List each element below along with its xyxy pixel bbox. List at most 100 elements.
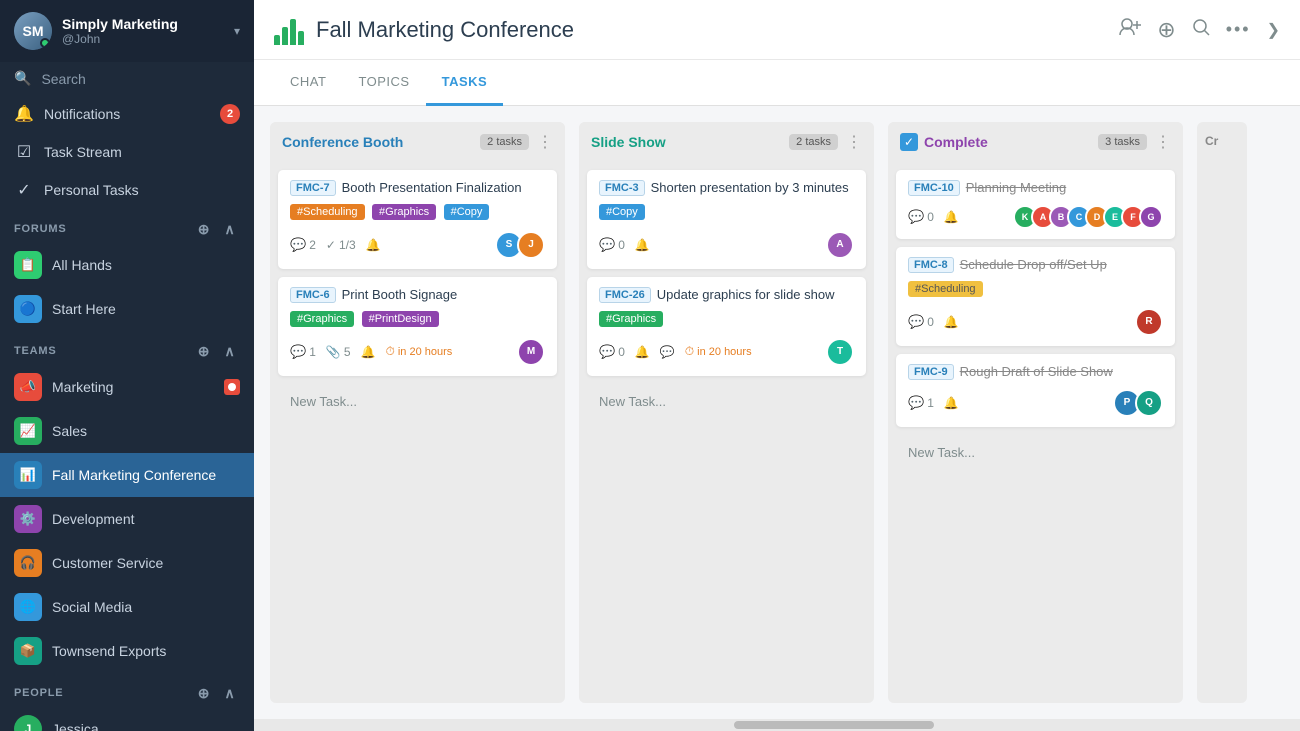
avatar: SM — [14, 12, 52, 50]
new-task-complete[interactable]: New Task... — [896, 435, 1175, 470]
notifications-item[interactable]: 🔔 Notifications 2 — [0, 95, 254, 133]
online-indicator — [40, 38, 50, 48]
collapse-people-button[interactable]: ∧ — [220, 683, 240, 703]
notifications-badge: 2 — [220, 104, 240, 124]
bell-icon5: 🔔 — [944, 210, 959, 224]
sidebar-item-customer-service[interactable]: 🎧 Customer Service — [0, 541, 254, 585]
sidebar-item-marketing[interactable]: 📣 Marketing — [0, 365, 254, 409]
attachment-fmc6: 📎 5 — [326, 345, 351, 359]
task-tags-fmc8: #Scheduling — [908, 279, 1163, 300]
sidebar-item-development[interactable]: ⚙️ Development — [0, 497, 254, 541]
task-id-fmc10: FMC-10 — [908, 180, 960, 196]
task-stream-label: Task Stream — [44, 144, 240, 160]
comment-count-fmc10: 💬 0 — [908, 209, 934, 225]
chat-fmc26: 💬 — [660, 345, 675, 359]
task-title-fmc9: Rough Draft of Slide Show — [960, 364, 1113, 381]
task-title-fmc10: Planning Meeting — [966, 180, 1066, 197]
comment-count-fmc9: 💬 1 — [908, 395, 934, 411]
col-menu-complete[interactable]: ⋮ — [1155, 132, 1171, 152]
personal-tasks-item[interactable]: ✓ Personal Tasks — [0, 171, 254, 209]
tag-copy[interactable]: #Copy — [444, 204, 490, 220]
comment-icon6: 💬 — [908, 314, 924, 330]
sidebar-item-fall-marketing[interactable]: 📊 Fall Marketing Conference — [0, 453, 254, 497]
task-card-fmc3: FMC-3 Shorten presentation by 3 minutes … — [587, 170, 866, 269]
development-icon: ⚙️ — [14, 505, 42, 533]
development-label: Development — [52, 511, 240, 527]
column-partial: Cr — [1197, 122, 1247, 703]
tag-scheduling2[interactable]: #Scheduling — [908, 281, 983, 297]
col-body-conference-booth: FMC-7 Booth Presentation Finalization #S… — [270, 162, 565, 703]
tab-chat[interactable]: CHAT — [274, 60, 342, 106]
tag-copy2[interactable]: #Copy — [599, 204, 645, 220]
task-tags-fmc26: #Graphics — [599, 309, 854, 330]
start-here-icon: 🔵 — [14, 295, 42, 323]
sidebar-item-start-here[interactable]: 🔵 Start Here — [0, 287, 254, 331]
tag-printdesign[interactable]: #PrintDesign — [362, 311, 439, 327]
bell-icon: 🔔 — [14, 104, 34, 124]
tag-graphics2[interactable]: #Graphics — [290, 311, 354, 327]
task-id-fmc26: FMC-26 — [599, 287, 651, 303]
tabs: CHAT TOPICS TASKS — [254, 60, 1300, 106]
comment-icon: 💬 — [290, 237, 306, 253]
col-title-complete: Complete — [924, 134, 1098, 150]
comment-icon5: 💬 — [908, 209, 924, 225]
check-icon: ✓ — [326, 238, 336, 252]
sales-icon: 📈 — [14, 417, 42, 445]
comment-count-fmc7: 💬 2 — [290, 237, 316, 253]
search-icon[interactable] — [1192, 18, 1210, 41]
sidebar-item-jessica[interactable]: J Jessica — [0, 707, 254, 731]
col-menu-slide-show[interactable]: ⋮ — [846, 132, 862, 152]
task-card-fmc10: FMC-10 Planning Meeting 💬 0 🔔 K — [896, 170, 1175, 239]
tag-scheduling[interactable]: #Scheduling — [290, 204, 365, 220]
tag-graphics3[interactable]: #Graphics — [599, 311, 663, 327]
sidebar-item-sales[interactable]: 📈 Sales — [0, 409, 254, 453]
task-id-fmc8: FMC-8 — [908, 257, 954, 273]
add-team-button[interactable]: ⊕ — [194, 341, 214, 361]
tag-graphics[interactable]: #Graphics — [372, 204, 436, 220]
avatar-a: A — [826, 231, 854, 259]
task-stream-item[interactable]: ☑ Task Stream — [0, 133, 254, 171]
add-member-icon[interactable] — [1119, 18, 1141, 41]
col-menu-conference-booth[interactable]: ⋮ — [537, 132, 553, 152]
collapse-teams-button[interactable]: ∧ — [220, 341, 240, 361]
task-title-fmc8: Schedule Drop off/Set Up — [960, 257, 1107, 274]
tab-tasks[interactable]: TASKS — [426, 60, 504, 106]
more-options-icon[interactable]: ••• — [1226, 19, 1251, 40]
add-forum-button[interactable]: ⊕ — [194, 219, 214, 239]
marketing-badge — [224, 379, 240, 395]
bell-fmc9: 🔔 — [944, 396, 959, 410]
sidebar-item-social-media[interactable]: 🌐 Social Media — [0, 585, 254, 629]
marketing-label: Marketing — [52, 379, 224, 395]
bell-fmc26: 🔔 — [635, 345, 650, 359]
clock-icon2: ⏱ — [685, 344, 694, 359]
tab-topics[interactable]: TOPICS — [342, 60, 425, 106]
sidebar-header[interactable]: SM Simply Marketing @John ▾ — [0, 0, 254, 62]
col-body-slide-show: FMC-3 Shorten presentation by 3 minutes … — [579, 162, 874, 703]
task-stream-icon: ☑ — [14, 142, 34, 162]
timer-fmc26: ⏱ in 20 hours — [685, 344, 752, 359]
task-id-fmc7: FMC-7 — [290, 180, 336, 196]
collapse-forums-button[interactable]: ∧ — [220, 219, 240, 239]
collapse-sidebar-icon[interactable]: ❯ — [1267, 20, 1280, 40]
horizontal-scrollbar[interactable] — [254, 719, 1300, 731]
add-person-button[interactable]: ⊕ — [194, 683, 214, 703]
social-media-icon: 🌐 — [14, 593, 42, 621]
avatar-q: Q — [1135, 389, 1163, 417]
new-task-conference-booth[interactable]: New Task... — [278, 384, 557, 419]
sidebar-item-townsend[interactable]: 📦 Townsend Exports — [0, 629, 254, 673]
add-icon[interactable]: ⊕ — [1157, 17, 1175, 43]
new-task-slide-show[interactable]: New Task... — [587, 384, 866, 419]
col-header-complete: ✓ Complete 3 tasks ⋮ — [888, 122, 1183, 162]
comment-count-fmc3: 💬 0 — [599, 237, 625, 253]
task-card-fmc8: FMC-8 Schedule Drop off/Set Up #Scheduli… — [896, 247, 1175, 346]
search-item[interactable]: 🔍 Search — [0, 62, 254, 95]
bell-icon2: 🔔 — [361, 345, 376, 359]
org-name: Simply Marketing — [62, 16, 234, 33]
teams-section-header: TEAMS ⊕ ∧ — [0, 331, 254, 365]
sales-label: Sales — [52, 423, 240, 439]
start-here-label: Start Here — [52, 301, 240, 317]
comment-count-fmc26: 💬 0 — [599, 344, 625, 360]
col-title-conference-booth: Conference Booth — [282, 134, 480, 150]
bar4 — [298, 31, 304, 45]
sidebar-item-all-hands[interactable]: 📋 All Hands — [0, 243, 254, 287]
